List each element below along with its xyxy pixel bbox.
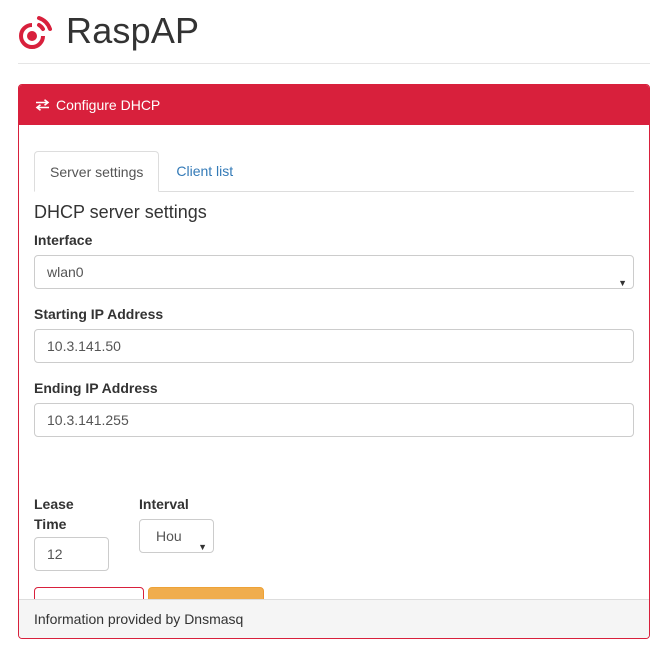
lease-time-label-line1: Lease (34, 496, 74, 512)
tab-server-settings[interactable]: Server settings (34, 151, 160, 192)
interval-select[interactable]: Hou ▼ (139, 519, 214, 553)
page: RaspAP Configure DHCP Server settings Cl… (0, 0, 663, 646)
brand[interactable]: RaspAP (18, 6, 199, 56)
header-divider (18, 63, 650, 64)
lease-time-label-line2: Time (34, 516, 67, 532)
tab-bar: Server settings Client list (34, 151, 634, 192)
panel-body: Server settings Client list DHCP server … (19, 125, 649, 624)
swap-arrows-icon (35, 99, 50, 111)
end-ip-input[interactable]: 10.3.141.255 (34, 403, 634, 437)
lease-time-value: 12 (47, 546, 63, 562)
end-ip-value: 10.3.141.255 (47, 412, 129, 428)
start-ip-label: Starting IP Address (34, 306, 164, 322)
brand-name: RaspAP (66, 10, 200, 51)
start-ip-input[interactable]: 10.3.141.50 (34, 329, 634, 363)
wifi-signal-icon (19, 16, 52, 49)
dhcp-panel: Configure DHCP Server settings Client li… (18, 84, 650, 639)
tab-client-list[interactable]: Client list (161, 151, 248, 191)
interval-field: Interval Hou ▼ (139, 494, 219, 553)
dropdown-arrow-icon: ▼ (198, 542, 207, 552)
section-title: DHCP server settings (34, 202, 207, 222)
start-ip-value: 10.3.141.50 (47, 338, 121, 354)
lease-time-input[interactable]: 12 (34, 537, 109, 571)
dropdown-arrow-icon: ▼ (618, 278, 627, 288)
panel-heading: Configure DHCP (19, 85, 649, 125)
interface-label: Interface (34, 232, 93, 248)
interface-value: wlan0 (47, 264, 84, 280)
end-ip-field: Ending IP Address 10.3.141.255 (34, 380, 634, 437)
lease-time-field: Lease Time 12 (34, 494, 114, 571)
panel-title: Configure DHCP (56, 97, 161, 113)
interval-label: Interval (139, 496, 189, 512)
interface-select[interactable]: wlan0 ▼ (34, 255, 634, 289)
end-ip-label: Ending IP Address (34, 380, 158, 396)
panel-footer: Information provided by Dnsmasq (19, 599, 649, 638)
interval-value: Hou (156, 528, 182, 544)
start-ip-field: Starting IP Address 10.3.141.50 (34, 306, 634, 363)
interface-field: Interface wlan0 ▼ (34, 232, 634, 289)
